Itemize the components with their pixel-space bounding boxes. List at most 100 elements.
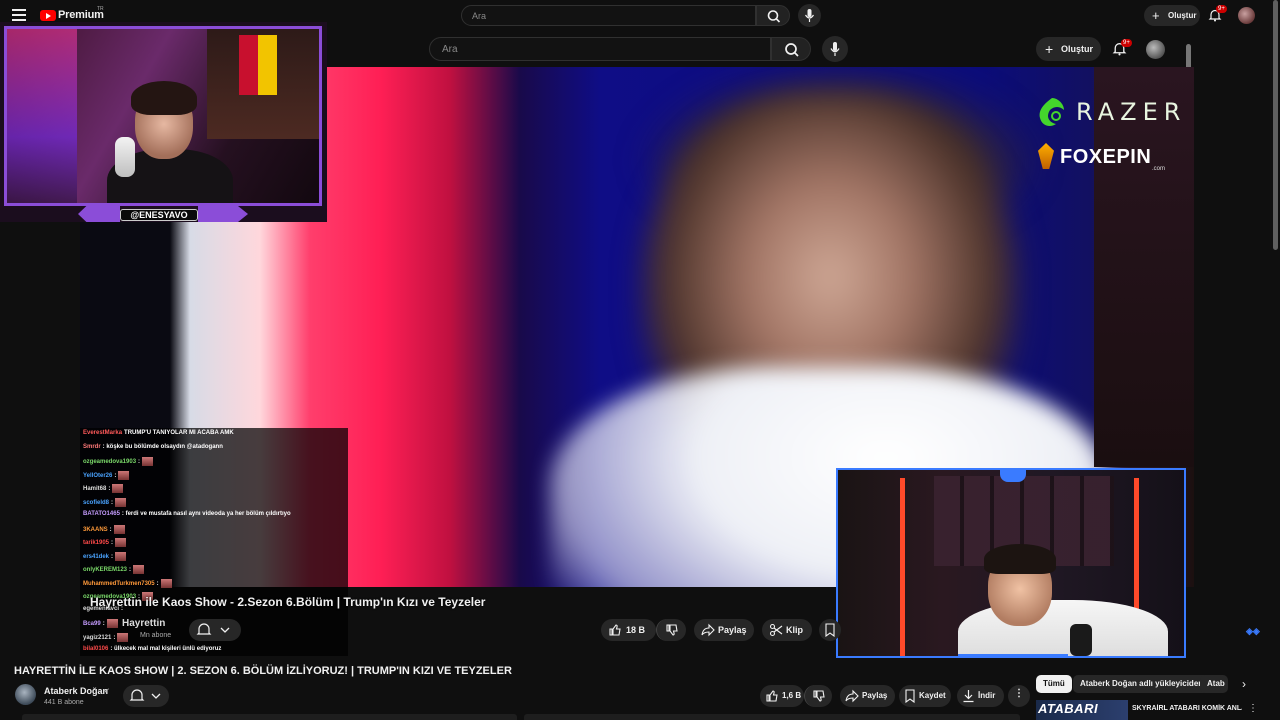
thumbs-up-icon — [766, 690, 778, 702]
like-button[interactable]: 1,6 B — [760, 685, 804, 707]
chat-text: : — [138, 459, 141, 466]
facecam-jersey — [239, 35, 277, 95]
share-icon — [701, 623, 715, 637]
recommendation-title[interactable]: SKYRAİRL ATABARI KOMİK ANLAR BÖLÜM 7 İZL… — [1132, 704, 1242, 713]
chat-message: 3KAANS: — [83, 524, 125, 534]
chat-text: : — [114, 472, 117, 479]
chat-username: ozgeamedova1903 — [83, 459, 137, 466]
more-actions-button[interactable]: ⋮ — [1008, 685, 1030, 707]
chat-message: tarik1905: — [83, 538, 127, 547]
chat-username: BATATO1465 — [83, 511, 120, 517]
chat-text: : ferdi ve mustafa nasıl aynı videoda ya… — [121, 511, 291, 517]
plus-icon: + — [1045, 41, 1054, 57]
search-icon — [767, 10, 781, 23]
facecam-person-hair — [131, 81, 197, 115]
page-scrollbar[interactable] — [1273, 0, 1278, 250]
chat-username: scofield8 — [83, 499, 110, 506]
stream-save-button — [819, 619, 841, 641]
chat-text: : — [111, 553, 114, 560]
chat-emote-icon — [142, 457, 154, 466]
chat-emote-icon — [118, 470, 130, 480]
share-button[interactable]: Paylaş — [840, 685, 895, 707]
stream-channel-name: Hayrettin — [122, 618, 166, 629]
download-button[interactable]: İndir — [957, 685, 1004, 707]
description-area-placeholder — [524, 714, 1020, 720]
chat-username: Hamit68 — [83, 486, 107, 493]
chat-text: : — [113, 634, 116, 641]
chip-truncated[interactable]: Atab — [1200, 675, 1228, 693]
chat-message: bilal0106: ülkecek mal mal kişileri ünlü… — [83, 646, 221, 652]
bookmark-icon — [825, 623, 835, 637]
verified-icon: ✔ — [104, 688, 110, 695]
search-input[interactable]: Ara — [461, 5, 756, 26]
search-button[interactable] — [756, 5, 790, 26]
guest-person-hair — [984, 544, 1056, 574]
chat-username: MuhammedTurkmen7305 — [83, 580, 155, 587]
chip-all[interactable]: Tümü — [1036, 675, 1072, 693]
chat-emote-icon — [133, 565, 145, 574]
share-icon — [845, 689, 859, 703]
scissors-icon — [769, 623, 783, 637]
chat-emote-icon — [160, 578, 172, 588]
microphone-icon — [805, 9, 814, 22]
stream-channel-subs: Mn abone — [140, 632, 172, 639]
subscription-bell-button[interactable] — [123, 685, 169, 707]
chip-from-uploader[interactable]: Ataberk Doğan adlı yükleyiciden — [1073, 675, 1211, 693]
save-button[interactable]: Kaydet — [899, 685, 951, 707]
chat-username: 3KAANS — [83, 526, 108, 533]
guest-facecam-bottom-bar — [958, 654, 1068, 656]
recommendation-more-icon[interactable]: ⋮ — [1248, 703, 1258, 714]
video-title: HAYRETTİN İLE KAOS SHOW | 2. SEZON 6. BÖ… — [14, 665, 512, 677]
microphone-icon — [830, 42, 840, 56]
video-background-wall — [1094, 67, 1194, 467]
chat-text: : — [111, 499, 114, 506]
chat-emote-icon — [115, 497, 127, 507]
facecam-frame — [4, 26, 322, 206]
chat-emote-icon — [113, 524, 125, 534]
chat-message: BATATO1465: ferdi ve mustafa nasıl aynı … — [83, 511, 291, 517]
stream-like-button: 18 B — [601, 619, 656, 641]
chat-message: YellOter26: — [83, 470, 130, 480]
guest-facecam-badge — [1000, 470, 1026, 482]
hamburger-menu-icon[interactable] — [12, 9, 26, 21]
voice-search-button[interactable] — [798, 4, 821, 27]
thumbs-up-icon — [609, 624, 621, 636]
chat-message: onlyKEREM123: — [83, 565, 145, 574]
chat-username: EverestMarka — [83, 430, 123, 436]
comment-area-placeholder — [22, 714, 517, 720]
chat-username: yagiz2121 — [83, 634, 112, 641]
chat-text: : — [156, 580, 159, 587]
chat-message: Hamit68: — [83, 484, 124, 493]
account-avatar[interactable] — [1238, 7, 1255, 24]
guest-facecam-led-left — [900, 478, 905, 656]
stream-notification-badge: 9+ — [1121, 39, 1132, 47]
chat-text: TRUMP'U TANIYOLAR MI ACABA AMK — [124, 430, 234, 436]
channel-subscriber-count: 441 B abone — [44, 699, 84, 706]
facecam-neon-light — [7, 29, 77, 203]
chat-message: ozgeamedova1903: — [83, 457, 154, 466]
youtube-logo-icon[interactable] — [40, 10, 56, 21]
chat-message: Smrdr: köşke bu bölümde olsaydın @atadog… — [83, 444, 223, 450]
guest-facecam — [836, 468, 1186, 658]
chat-text: : — [109, 526, 112, 533]
like-count: 1,6 B — [782, 691, 802, 700]
chat-message: ers41dek: — [83, 551, 127, 561]
channel-name[interactable]: Ataberk Doğan — [44, 686, 108, 696]
stream-subscribe-bell — [189, 619, 241, 641]
chat-text: : ülkecek mal mal kişileri ünlü ediyoruz — [110, 646, 222, 652]
create-button[interactable]: + Oluştur — [1144, 5, 1200, 26]
channel-avatar[interactable] — [15, 684, 36, 705]
dislike-button[interactable] — [804, 685, 832, 707]
brand-country-code: TR — [97, 6, 104, 12]
stream-account-avatar — [1146, 40, 1165, 59]
chat-username: ers41dek — [83, 553, 110, 560]
facecam-label-decor-left — [78, 206, 120, 222]
thumbs-down-icon — [666, 624, 678, 636]
corner-logo-icon: ◈◈ — [1246, 626, 1260, 636]
stream-search-input: Ara — [429, 37, 771, 61]
chat-emote-icon — [117, 632, 129, 642]
chevron-right-icon[interactable]: › — [1236, 676, 1252, 692]
chat-text: : — [111, 540, 114, 547]
download-icon — [963, 690, 974, 703]
stream-search-button — [771, 37, 811, 61]
